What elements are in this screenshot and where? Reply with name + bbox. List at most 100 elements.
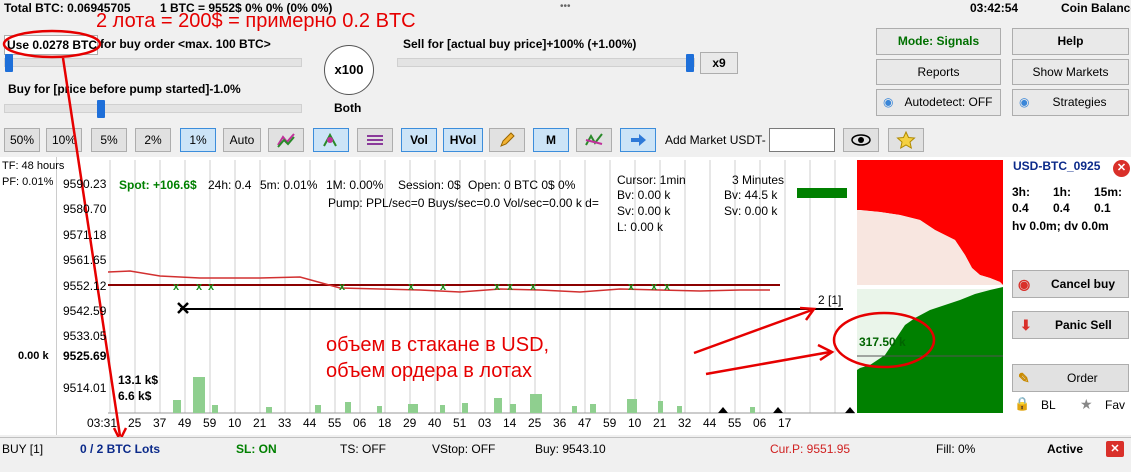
ts-status: TS: OFF	[340, 442, 386, 456]
svg-text:x: x	[628, 281, 635, 293]
x-tick: 06	[753, 416, 767, 430]
y-tick: 9571.18	[63, 228, 107, 242]
m5-label: 5m: 0.01%	[260, 178, 318, 192]
cursor-sv: Sv: 0.00 k	[617, 204, 671, 218]
three-min-label: 3 Minutes	[732, 173, 785, 187]
h3-value: 0.4	[1012, 201, 1029, 215]
x-tick: 14	[503, 416, 517, 430]
fill-status: Fill: 0%	[936, 442, 976, 456]
svg-text:x: x	[208, 281, 215, 293]
x-tick: 36	[553, 416, 567, 430]
x-tick: 37	[153, 416, 167, 430]
spot-label: Spot: +106.6$	[119, 178, 197, 192]
x-tick: 18	[378, 416, 392, 430]
x-tick: 49	[178, 416, 192, 430]
pump-label: Pump: PPL/sec=0 Buys/sec=0.0 Vol/sec=0.0…	[328, 196, 599, 210]
lots-value: 0 / 2 BTC Lots	[80, 442, 161, 456]
x-tick: 25	[128, 416, 142, 430]
y-tick: 9552.12	[63, 279, 107, 293]
svg-text:x: x	[440, 281, 447, 293]
close-icon[interactable]: ✕	[1113, 160, 1130, 177]
volume-indicator-bar	[797, 188, 847, 198]
m15-label: 15m:	[1094, 185, 1123, 199]
m15-value: 0.1	[1094, 201, 1111, 215]
x-tick: 44	[703, 416, 717, 430]
x-tick: 33	[278, 416, 292, 430]
vstop-status: VStop: OFF	[432, 442, 496, 456]
y-tick: 9580.70	[63, 202, 107, 216]
cursor-bv: Bv: 0.00 k	[617, 188, 671, 202]
cursor-l: L: 0.00 k	[617, 220, 664, 234]
x-tick: 06	[353, 416, 367, 430]
panic-sell-label: Panic Sell	[1055, 318, 1112, 332]
svg-text:x: x	[196, 281, 203, 293]
x-tick: 03	[478, 416, 492, 430]
bl-label[interactable]: BL	[1041, 398, 1056, 412]
y-tick: 9542.59	[63, 304, 107, 318]
svg-text:x: x	[664, 281, 671, 293]
order-count-label: 2 [1]	[818, 293, 842, 307]
pair-title: USD-BTC_0925	[1013, 159, 1101, 173]
y-tick: 9514.01	[63, 381, 107, 395]
star-icon[interactable]: ★	[1080, 396, 1093, 413]
annotation-lots: 2 лота = 200$ = примерно 0.2 BTC	[96, 10, 416, 32]
x-tick: 17	[778, 416, 792, 430]
x-tick: 40	[428, 416, 442, 430]
x-tick: 59	[603, 416, 617, 430]
x-tick: 21	[253, 416, 267, 430]
fav-label[interactable]: Fav	[1105, 398, 1125, 412]
open-label: Open: 0 BTC 0$ 0%	[468, 178, 576, 192]
axis-triangles	[718, 407, 855, 413]
close-icon[interactable]: ✕	[1106, 441, 1124, 457]
cancel-buy-label: Cancel buy	[1051, 277, 1116, 291]
x-tick: 47	[578, 416, 592, 430]
cursor-label: Cursor: 1min	[617, 173, 686, 187]
x-tick: 03:31	[87, 416, 118, 430]
volume-label-1: 13.1 k$	[118, 373, 159, 387]
arrow-down-icon: ⬇	[1020, 317, 1032, 333]
book-volume-label: 317.50 k	[859, 335, 906, 349]
session-label: Session: 0$	[398, 178, 461, 192]
h1-label: 1h:	[1053, 185, 1071, 199]
annotation-volume-2: объем ордера в лотах	[326, 360, 533, 382]
m1-label: 1M: 0.00%	[326, 178, 384, 192]
cancel-icon: ◉	[1018, 276, 1031, 292]
x-tick: 21	[653, 416, 667, 430]
current-price-status: Cur.P: 9551.95	[770, 442, 851, 456]
cancel-buy-button[interactable]: ◉ Cancel buy	[1012, 270, 1129, 298]
y-tick: 9533.05	[63, 329, 107, 343]
svg-text:x: x	[339, 281, 346, 293]
lock-icon[interactable]: 🔒	[1014, 396, 1030, 412]
active-status: Active	[1047, 442, 1084, 456]
svg-text:x: x	[651, 281, 658, 293]
svg-text:x: x	[494, 281, 501, 293]
chart-svg: xxxxxxxxxxxx	[2, 29, 1003, 443]
x-tick: 59	[203, 416, 217, 430]
panic-sell-button[interactable]: ⬇ Panic Sell	[1012, 311, 1129, 339]
x-tick: 55	[728, 416, 742, 430]
x-tick: 25	[528, 416, 542, 430]
h24-label: 24h: 0.4	[208, 178, 252, 192]
order-button[interactable]: ✎ Order	[1012, 364, 1129, 392]
y-tick: 9525.69	[63, 349, 107, 363]
x-tick: 55	[328, 416, 342, 430]
y-tick: 9561.65	[63, 253, 107, 267]
x-tick: 32	[678, 416, 692, 430]
volume-label-2: 6.6 k$	[118, 389, 152, 403]
svg-text:x: x	[530, 281, 537, 293]
svg-text:x: x	[408, 281, 415, 293]
h3-label: 3h:	[1012, 185, 1030, 199]
annotation-circle	[2, 29, 102, 59]
x-tick: 29	[403, 416, 417, 430]
annotation-volume-1: объем в стакане в USD,	[326, 334, 550, 356]
y-tick: 9590.23	[63, 177, 107, 191]
order-label: Order	[1067, 371, 1098, 385]
three-min-bv: Bv: 44.5 k	[724, 188, 778, 202]
three-min-sv: Sv: 0.00 k	[724, 204, 778, 218]
x-tick: 44	[303, 416, 317, 430]
buy-count: BUY [1]	[2, 442, 44, 456]
h1-value: 0.4	[1053, 201, 1070, 215]
sl-status: SL: ON	[236, 442, 277, 456]
x-tick: 51	[453, 416, 467, 430]
x-tick: 10	[228, 416, 242, 430]
